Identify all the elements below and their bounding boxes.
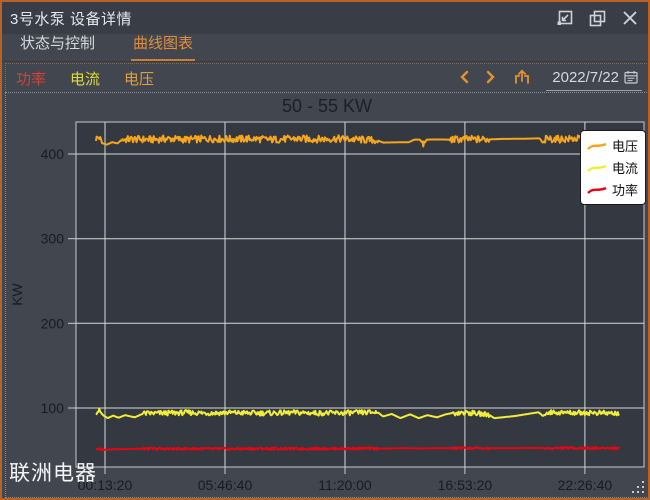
svg-text:200: 200: [41, 315, 65, 331]
calendar-icon: [624, 70, 638, 84]
titlebar: 3号水泵 设备详情: [2, 2, 648, 34]
chart-card: 10020030040000:13:2005:46:4011:20:0016:5…: [5, 92, 649, 498]
legend-swatch-icon: [587, 163, 607, 173]
window-title: 3号水泵 设备详情: [10, 8, 132, 29]
filter-power[interactable]: 功率: [16, 68, 46, 89]
legend-item-0[interactable]: 电压: [587, 136, 639, 155]
device-detail-window: 3号水泵 设备详情 状态与控制: [0, 0, 650, 500]
svg-text:22:26:40: 22:26:40: [558, 477, 613, 493]
tab-bar: 状态与控制 曲线图表: [2, 34, 648, 62]
svg-text:05:46:40: 05:46:40: [198, 477, 253, 493]
export-button[interactable]: [511, 68, 533, 88]
legend-swatch-icon: [587, 185, 607, 195]
duplicate-window-button[interactable]: [587, 8, 608, 29]
close-button[interactable]: [620, 8, 640, 28]
legend-item-2[interactable]: 功率: [587, 180, 639, 199]
duplicate-icon: [589, 10, 606, 27]
filter-voltage[interactable]: 电压: [124, 68, 154, 89]
date-navigation: 2022/7/22: [457, 66, 642, 91]
chart-title: 50 - 55 KW: [6, 96, 648, 117]
svg-text:400: 400: [41, 146, 65, 162]
svg-text:16:53:20: 16:53:20: [438, 477, 493, 493]
prev-day-button[interactable]: [457, 70, 471, 87]
chart-toolbar: 功率 电流 电压 2022/7/22: [5, 63, 649, 92]
watermark: 联洲电器: [9, 457, 97, 487]
next-day-button[interactable]: [484, 70, 498, 87]
svg-text:11:20:00: 11:20:00: [318, 477, 372, 493]
legend-item-1[interactable]: 电流: [587, 158, 639, 177]
chevron-left-icon: [459, 70, 469, 84]
chart-legend: 电压电流功率: [580, 130, 646, 205]
svg-text:300: 300: [41, 231, 65, 247]
tab-curve-chart[interactable]: 曲线图表: [131, 28, 195, 61]
filter-current[interactable]: 电流: [70, 68, 100, 89]
chevron-right-icon: [486, 70, 496, 84]
svg-text:KW: KW: [9, 282, 25, 305]
export-icon: [513, 68, 531, 85]
date-picker[interactable]: 2022/7/22: [546, 66, 642, 91]
restore-down-icon: [556, 10, 573, 27]
restore-down-button[interactable]: [554, 8, 575, 29]
window-controls: [554, 8, 640, 29]
tab-status-control[interactable]: 状态与控制: [18, 28, 97, 61]
date-value: 2022/7/22: [552, 69, 619, 86]
series-filters: 功率 电流 电压: [12, 68, 154, 89]
line-chart[interactable]: 10020030040000:13:2005:46:4011:20:0016:5…: [6, 93, 648, 497]
close-icon: [622, 10, 638, 26]
resize-grip-icon[interactable]: [630, 479, 646, 495]
legend-swatch-icon: [587, 141, 607, 151]
svg-text:100: 100: [41, 400, 65, 416]
